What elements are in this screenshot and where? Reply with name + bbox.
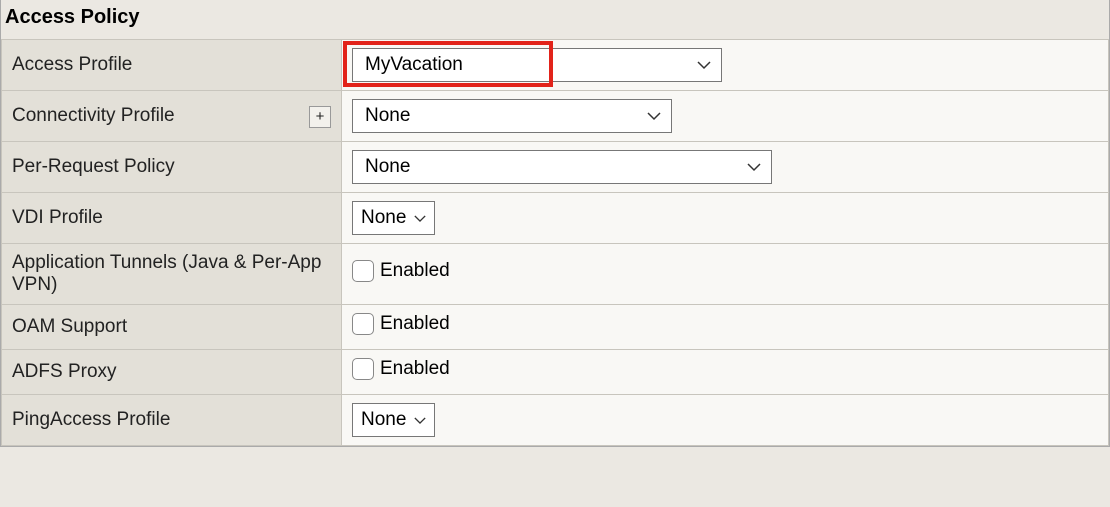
select-value: None xyxy=(361,409,406,431)
label-access-profile: Access Profile xyxy=(2,40,342,91)
per-request-policy-select[interactable]: None xyxy=(352,150,772,184)
label-text: PingAccess Profile xyxy=(12,409,170,430)
select-value: None xyxy=(365,105,410,127)
pingaccess-profile-select[interactable]: None xyxy=(352,403,435,437)
app-tunnels-checkbox[interactable] xyxy=(352,260,374,282)
label-app-tunnels: Application Tunnels (Java & Per-App VPN) xyxy=(2,244,342,305)
chevron-down-icon xyxy=(414,416,426,425)
access-profile-select[interactable]: MyVacation xyxy=(352,48,722,82)
chevron-down-icon xyxy=(647,111,661,121)
chevron-down-icon xyxy=(414,214,426,223)
label-text: Access Profile xyxy=(12,54,132,75)
label-vdi-profile: VDI Profile xyxy=(2,193,342,244)
vdi-profile-select[interactable]: None xyxy=(352,201,435,235)
select-value: None xyxy=(361,207,406,229)
chevron-down-icon xyxy=(747,162,761,172)
label-text: Application Tunnels (Java & Per-App VPN) xyxy=(12,252,321,295)
checkbox-label: Enabled xyxy=(380,313,450,335)
section-title: Access Policy xyxy=(1,0,1109,39)
label-adfs-proxy: ADFS Proxy xyxy=(2,350,342,395)
label-text: Connectivity Profile xyxy=(12,105,175,126)
checkbox-label: Enabled xyxy=(380,260,450,282)
label-oam-support: OAM Support xyxy=(2,305,342,350)
label-text: Per-Request Policy xyxy=(12,156,175,177)
label-pingaccess-profile: PingAccess Profile xyxy=(2,395,342,446)
add-connectivity-profile-button[interactable]: + xyxy=(309,106,331,128)
checkbox-label: Enabled xyxy=(380,358,450,380)
select-value: None xyxy=(365,156,410,178)
connectivity-profile-select[interactable]: None xyxy=(352,99,672,133)
label-text: VDI Profile xyxy=(12,207,103,228)
access-policy-form: Access Profile MyVacation Connectivity P… xyxy=(1,39,1109,446)
access-policy-panel: Access Policy Access Profile MyVacation … xyxy=(0,0,1110,447)
label-connectivity-profile: Connectivity Profile + xyxy=(2,91,342,142)
adfs-proxy-checkbox[interactable] xyxy=(352,358,374,380)
label-text: ADFS Proxy xyxy=(12,361,117,382)
label-per-request-policy: Per-Request Policy xyxy=(2,142,342,193)
chevron-down-icon xyxy=(697,60,711,70)
select-value: MyVacation xyxy=(365,54,463,76)
oam-support-checkbox[interactable] xyxy=(352,313,374,335)
label-text: OAM Support xyxy=(12,316,127,337)
